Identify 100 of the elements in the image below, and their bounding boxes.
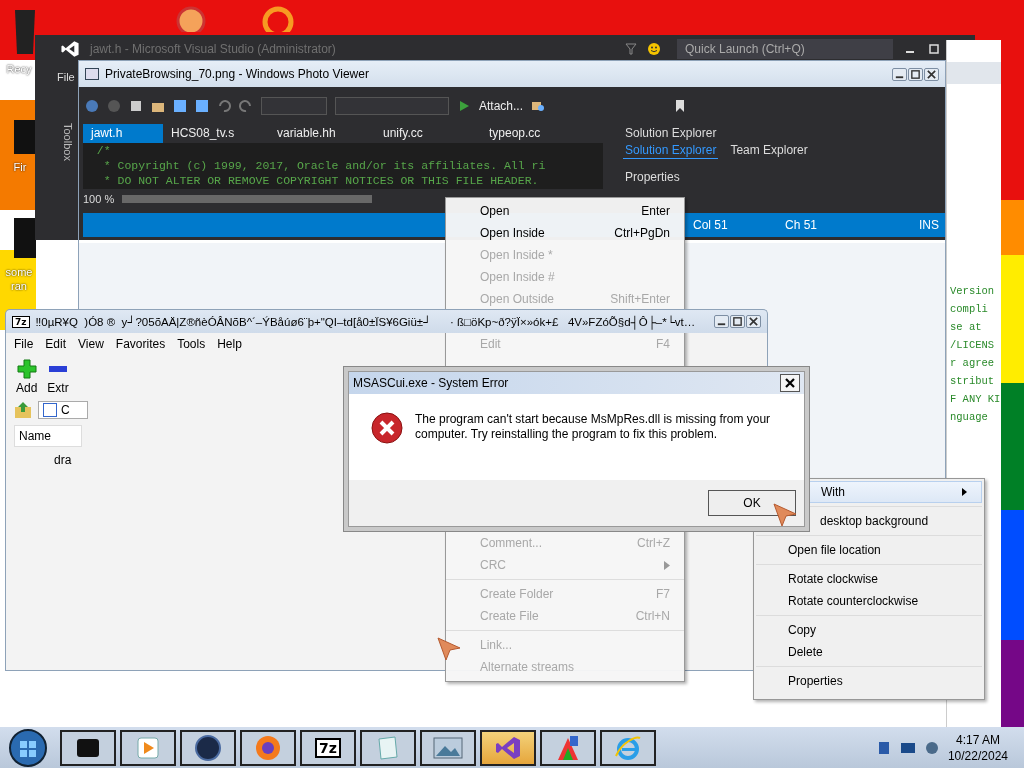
ok-button[interactable]: OK xyxy=(708,490,796,516)
error-icon xyxy=(371,412,403,444)
file-tab[interactable]: jawt.h xyxy=(83,124,163,143)
undo-icon[interactable] xyxy=(217,99,231,113)
taskbar-app[interactable] xyxy=(360,729,416,766)
taskbar-app[interactable] xyxy=(480,729,536,766)
menu-item[interactable]: Rotate counterclockwise xyxy=(756,590,982,612)
code-line: nguage xyxy=(950,410,989,425)
folder-up-icon[interactable] xyxy=(14,401,32,419)
taskbar-app[interactable] xyxy=(540,729,596,766)
picture-icon xyxy=(433,735,463,760)
code-line: Version xyxy=(950,284,996,299)
code-line: compli xyxy=(950,302,989,317)
path-field[interactable]: C xyxy=(38,401,88,419)
zoom-dropdown[interactable]: 100 % xyxy=(83,192,115,205)
minimize-button[interactable] xyxy=(892,67,907,81)
taskbar-app[interactable] xyxy=(600,729,656,766)
quick-launch-field[interactable]: Quick Launch (Ctrl+Q) xyxy=(677,39,893,59)
code-line: r agree xyxy=(950,356,996,371)
maximize-button[interactable] xyxy=(927,43,941,55)
archive-logo: 7z xyxy=(12,315,30,328)
menu-item[interactable]: Delete xyxy=(756,641,982,663)
plus-icon[interactable] xyxy=(16,359,37,379)
close-button[interactable] xyxy=(746,315,761,328)
panel-tab[interactable]: Team Explorer xyxy=(728,142,810,159)
taskbar-app[interactable] xyxy=(60,729,116,766)
smiley-icon[interactable] xyxy=(647,42,661,56)
menu-item[interactable]: Rotate clockwise xyxy=(756,568,982,590)
menu-item[interactable]: Copy xyxy=(756,619,982,641)
panel-title: Solution Explorer xyxy=(625,126,717,140)
code-line: stribut xyxy=(950,374,996,389)
scrollbar-thumb[interactable] xyxy=(122,194,373,203)
menu-item[interactable]: Favorites xyxy=(115,337,166,351)
save-icon[interactable] xyxy=(173,99,187,113)
close-button[interactable] xyxy=(924,67,939,81)
new-item-icon[interactable] xyxy=(129,99,143,113)
back-icon[interactable] xyxy=(85,99,99,113)
taskbar-app[interactable] xyxy=(180,729,236,766)
filter-icon[interactable] xyxy=(625,43,637,55)
file-tab[interactable]: typeop.cc xyxy=(481,124,587,143)
archive-icon xyxy=(43,403,57,417)
start-button[interactable] xyxy=(8,727,48,768)
play-icon xyxy=(136,735,160,760)
desktop-icon[interactable] xyxy=(176,6,206,32)
window-title: jawt.h - Microsoft Visual Studio (Administrator) xyxy=(90,42,336,56)
menu-item[interactable]: Open Inside Ctrl+PgDn xyxy=(446,222,684,244)
find-icon[interactable] xyxy=(531,99,546,113)
notepad-icon xyxy=(375,734,401,761)
menu-item[interactable]: File xyxy=(14,337,34,351)
window-title: · ß□öKp~ð?ÿÏ×»ók+£ 4V»FZóÕ§d┤Ô├–*└vt… xyxy=(450,315,696,328)
error-message: The program can't start because MsMpRes.dll is missing from your computer. Try reinstalling the program to fix this problem. xyxy=(415,412,772,443)
speaker-icon[interactable] xyxy=(923,739,940,756)
menu-item[interactable]: Properties xyxy=(756,670,982,692)
window-title: ‼0µR¥Q )Ó8 ® y┘?05õAÄ|Z®ñèÓÂNõB^´–ÝBåúø6¨þ+"QI–td[å0±ÏS¥6Giü±┘ xyxy=(35,315,432,328)
status-text: INS xyxy=(919,218,939,232)
paint-icon xyxy=(555,733,581,762)
menu-item[interactable]: Open Enter xyxy=(446,200,684,222)
panel-title: Properties xyxy=(625,170,680,184)
panel-tab[interactable]: Solution Explorer xyxy=(623,142,719,159)
menu-item[interactable]: Edit xyxy=(45,337,67,351)
menu-item[interactable]: Open file location xyxy=(756,539,982,561)
picture-icon xyxy=(85,68,99,80)
play-icon[interactable] xyxy=(457,99,471,113)
menu-item[interactable]: File xyxy=(57,71,75,83)
attach-button[interactable]: Attach... xyxy=(479,99,524,113)
vs-logo-icon xyxy=(60,39,80,59)
archive-logo: 7z xyxy=(315,737,341,758)
code-editor: /* * Copyright (c) 1999, 2017, Oracle and/or its affiliates. All ri * DO NOT ALTER OR REMOVE COPYRIGHT NOTICES OR THIS FILE HEADER. xyxy=(83,143,603,189)
file-tab[interactable]: variable.hh xyxy=(269,124,375,143)
code-line: /LICENS xyxy=(950,338,996,353)
taskbar-app[interactable] xyxy=(120,729,176,766)
browser-icon xyxy=(254,733,282,762)
menu-item[interactable]: View xyxy=(78,337,104,351)
desktop-icon-label[interactable]: Recy xyxy=(5,62,33,76)
globe-icon xyxy=(194,733,222,762)
code-line: F ANY KI xyxy=(950,392,1001,407)
close-button[interactable] xyxy=(780,374,800,392)
maximize-button[interactable] xyxy=(730,315,745,328)
title-bar xyxy=(947,62,1001,84)
menu-item[interactable]: Help xyxy=(217,337,242,351)
taskbar-app[interactable] xyxy=(420,729,476,766)
dialog-title: MSASCui.exe - System Error xyxy=(353,376,509,390)
maximize-button[interactable] xyxy=(908,67,923,81)
extract-button[interactable]: Extr xyxy=(47,381,69,395)
redo-icon[interactable] xyxy=(239,99,253,113)
cursor-icon xyxy=(436,636,462,662)
save-all-icon[interactable] xyxy=(195,99,209,113)
column-header[interactable]: Name xyxy=(14,425,82,447)
minimize-button[interactable] xyxy=(714,315,729,328)
file-tab[interactable]: unify.cc xyxy=(375,124,481,143)
code-line: se at xyxy=(950,320,983,335)
clock[interactable]: 4:17 AM 10/22/2024 xyxy=(947,731,1008,764)
toolbox-tab[interactable]: Toolbox xyxy=(62,123,74,161)
status-text: Col 51 xyxy=(693,218,728,232)
add-button[interactable]: Add xyxy=(16,381,38,395)
status-text: Ch 51 xyxy=(785,218,818,232)
taskbar-app[interactable] xyxy=(240,729,296,766)
file-tab[interactable]: HCS08_tv.s xyxy=(163,124,269,143)
menu-item[interactable]: Tools xyxy=(177,337,206,351)
taskbar-app[interactable]: 7z xyxy=(300,729,356,766)
